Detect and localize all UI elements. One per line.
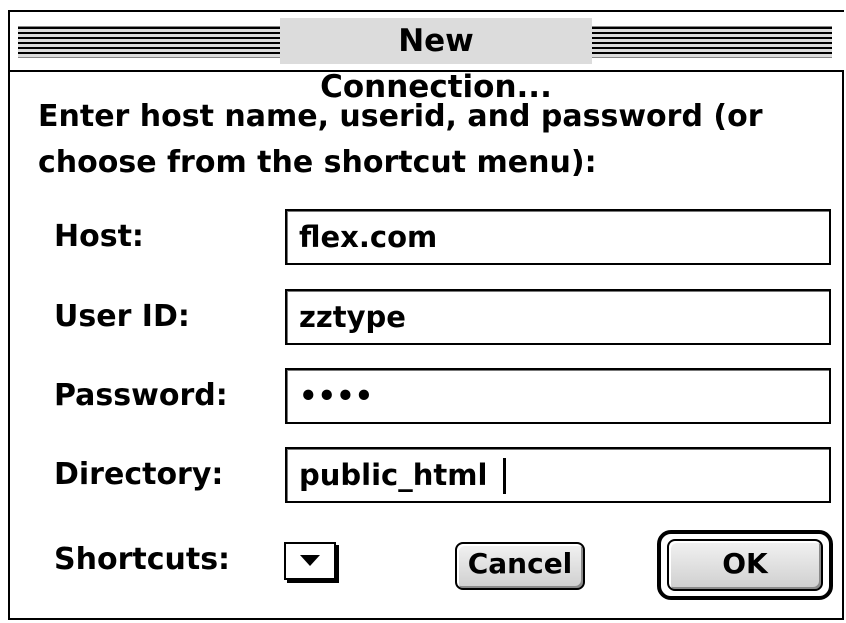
user-id-field[interactable] xyxy=(285,289,831,345)
text-cursor xyxy=(503,458,506,494)
password-label: Password: xyxy=(54,378,228,413)
user-id-label: User ID: xyxy=(54,299,190,334)
password-field[interactable] xyxy=(285,368,831,424)
directory-input[interactable] xyxy=(287,449,829,501)
shortcuts-label: Shortcuts: xyxy=(54,542,231,577)
chevron-down-icon xyxy=(300,555,320,566)
shortcuts-popup-button[interactable] xyxy=(284,542,336,580)
instructions-text: Enter host name, userid, and password (o… xyxy=(38,94,798,186)
title-bar-stripes-left xyxy=(18,26,280,58)
instructions-line-2: choose from the shortcut menu): xyxy=(38,145,597,180)
directory-field[interactable] xyxy=(285,447,831,503)
title-bar[interactable]: New Connection... xyxy=(10,10,844,105)
host-label: Host: xyxy=(54,219,144,254)
user-id-input[interactable] xyxy=(287,291,829,343)
cancel-button[interactable]: Cancel xyxy=(455,542,585,590)
ok-button[interactable]: OK xyxy=(667,539,823,591)
window-title: New Connection... xyxy=(280,18,592,105)
host-input[interactable] xyxy=(287,211,829,263)
password-input[interactable] xyxy=(287,370,829,422)
host-field[interactable] xyxy=(285,209,831,265)
title-bar-stripes-right xyxy=(592,26,832,58)
directory-label: Directory: xyxy=(54,457,224,492)
instructions-line-1: Enter host name, userid, and password (o… xyxy=(38,99,763,134)
